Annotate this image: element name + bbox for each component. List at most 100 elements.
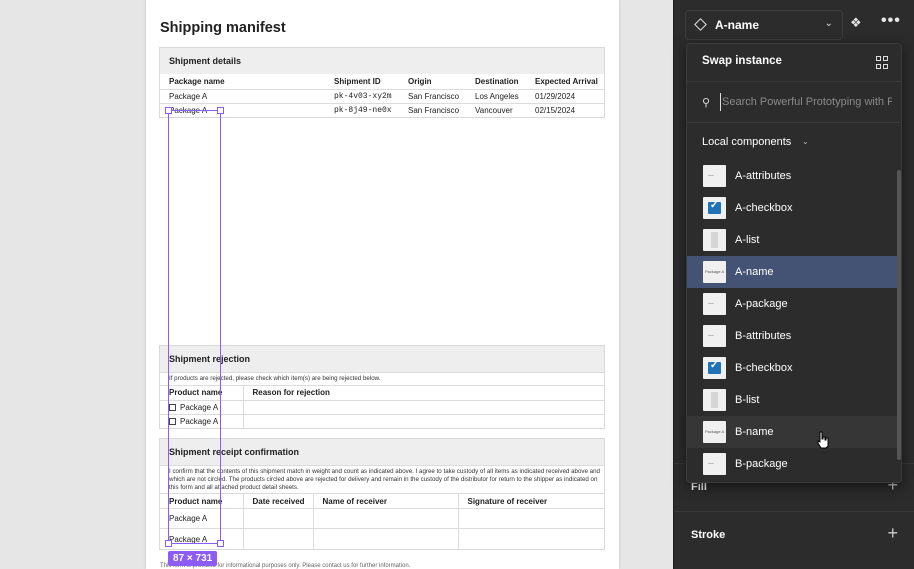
component-list: A-attributes A-checkbox A-list Package A A-n… — [687, 160, 901, 480]
thumbnail-text: Package A — [705, 429, 725, 434]
section-heading: Shipment receipt confirmation — [160, 439, 604, 465]
confirmation-note: I confirm that the contents of this ship… — [160, 465, 604, 493]
component-thumbnail — [703, 197, 726, 219]
shipping-manifest-frame[interactable]: Shipping manifest Shipment details Packa… — [146, 0, 619, 569]
table-row[interactable]: Package A — [160, 508, 604, 529]
arrival-cell: 01/29/2024 — [526, 88, 604, 103]
component-thumbnail: Package A — [703, 421, 726, 443]
signature-cell[interactable] — [457, 508, 604, 529]
popover-title: Swap instance — [702, 55, 782, 67]
design-canvas[interactable]: Shipping manifest Shipment details Packa… — [0, 0, 673, 569]
component-item-a-list[interactable]: A-list — [687, 224, 901, 256]
component-icon[interactable]: ❖ — [850, 15, 862, 31]
table-row[interactable]: Package A pk-4v03-xy2m San Francisco Los… — [160, 88, 604, 103]
table-row[interactable]: Package A — [160, 399, 604, 415]
origin-cell: San Francisco — [399, 102, 466, 117]
component-thumbnail — [703, 165, 726, 187]
component-label: A-package — [735, 298, 788, 310]
receiver-cell[interactable] — [312, 528, 458, 549]
chevron-down-icon: ⌄ — [824, 18, 833, 29]
table-row[interactable]: Package A — [160, 413, 604, 429]
stroke-label: Stroke — [691, 529, 726, 541]
component-thumbnail — [703, 389, 726, 411]
date-cell[interactable] — [242, 508, 313, 529]
rejection-note: If products are rejected, please check w… — [160, 372, 604, 385]
component-label: B-checkbox — [735, 362, 793, 374]
table-row[interactable]: Package A — [160, 528, 604, 549]
add-stroke-icon[interactable]: + — [887, 523, 898, 544]
signature-cell[interactable] — [457, 528, 604, 549]
component-thumbnail — [703, 325, 726, 347]
grid-view-icon[interactable] — [876, 56, 889, 69]
product-cell[interactable]: Package A — [160, 528, 243, 549]
page-title: Shipping manifest — [160, 20, 286, 36]
selection-size-label: 87 × 731 — [168, 551, 218, 566]
shipment-details-section[interactable]: Shipment details Package name Shipment I… — [159, 47, 605, 118]
receipt-confirmation-section[interactable]: Shipment receipt confirmation I confirm … — [159, 438, 605, 550]
date-cell[interactable] — [242, 528, 313, 549]
component-thumbnail — [703, 357, 726, 379]
package-name-cell[interactable]: Package A — [160, 88, 325, 103]
instance-icon — [694, 18, 707, 31]
component-label: A-checkbox — [735, 202, 793, 214]
component-item-b-name[interactable]: Package A B-name — [687, 416, 901, 448]
swap-instance-popover: Swap instance ⚲ Local components ⌄ A-att… — [686, 43, 902, 483]
column-header: Origin — [408, 76, 432, 86]
library-dropdown[interactable]: Local components — [702, 136, 791, 148]
product-cell[interactable]: Package A — [160, 508, 243, 529]
component-item-b-checkbox[interactable]: B-checkbox — [687, 352, 901, 384]
table-row[interactable]: Package A pk-8j49-ne0x San Francisco Van… — [160, 102, 604, 117]
resize-handle-bottom-left[interactable] — [165, 540, 172, 547]
resize-handle-top-left[interactable] — [165, 107, 172, 114]
table-header-row: Product name Date received Name of recei… — [160, 493, 604, 509]
destination-cell: Vancouver — [466, 102, 526, 117]
scrollbar[interactable] — [897, 170, 901, 460]
reason-cell[interactable] — [242, 399, 604, 415]
column-header: Signature of receiver — [457, 493, 604, 509]
origin-cell: San Francisco — [399, 88, 466, 103]
component-thumbnail: Package A — [703, 261, 726, 283]
product-cell[interactable]: Package A — [160, 399, 243, 415]
component-item-b-list[interactable]: B-list — [687, 384, 901, 416]
resize-handle-bottom-right[interactable] — [217, 540, 224, 547]
shipment-rejection-section[interactable]: Shipment rejection If products are rejec… — [159, 345, 605, 430]
column-header: Product name — [160, 493, 243, 509]
component-label: A-name — [735, 266, 774, 278]
component-item-a-package[interactable]: A-package — [687, 288, 901, 320]
column-header: Reason for rejection — [242, 384, 604, 401]
arrival-cell: 02/15/2024 — [526, 102, 604, 117]
thumbnail-text: Package A — [705, 269, 725, 274]
reject-checkbox[interactable] — [169, 418, 176, 425]
instance-dropdown[interactable]: A-name ⌄ — [685, 10, 843, 40]
more-icon[interactable]: ••• — [881, 12, 901, 30]
divider — [687, 81, 901, 82]
product-cell[interactable]: Package A — [160, 413, 243, 429]
divider — [687, 122, 901, 123]
chevron-down-icon[interactable]: ⌄ — [802, 137, 809, 146]
product-name: Package A — [180, 417, 219, 426]
column-header: Expected Arrival — [535, 76, 598, 86]
table-header-row: Package name Shipment ID Origin Destinat… — [160, 74, 604, 89]
reason-cell[interactable] — [242, 413, 604, 429]
component-item-a-attributes[interactable]: A-attributes — [687, 160, 901, 192]
resize-handle-top-right[interactable] — [217, 107, 224, 114]
confirmation-table: Product name Date received Name of recei… — [160, 493, 604, 549]
component-label: B-attributes — [735, 330, 792, 342]
component-label: B-list — [735, 394, 760, 406]
section-heading: Shipment details — [160, 48, 604, 74]
search-input[interactable] — [720, 93, 892, 111]
component-label: B-package — [735, 458, 788, 470]
reject-checkbox[interactable] — [169, 403, 176, 411]
product-name: Package A — [180, 402, 219, 412]
rejection-table: Product name Reason for rejection Packag… — [160, 384, 604, 429]
section-heading: Shipment rejection — [160, 346, 604, 372]
package-name-cell[interactable]: Package A — [160, 102, 325, 117]
component-thumbnail — [703, 229, 726, 251]
component-item-b-package[interactable]: B-package — [687, 448, 901, 480]
component-item-a-name[interactable]: Package A A-name — [687, 256, 901, 288]
component-label: B-name — [735, 426, 774, 438]
receiver-cell[interactable] — [312, 508, 458, 529]
component-item-a-checkbox[interactable]: A-checkbox — [687, 192, 901, 224]
hand-cursor-icon — [817, 431, 829, 449]
component-item-b-attributes[interactable]: B-attributes — [687, 320, 901, 352]
